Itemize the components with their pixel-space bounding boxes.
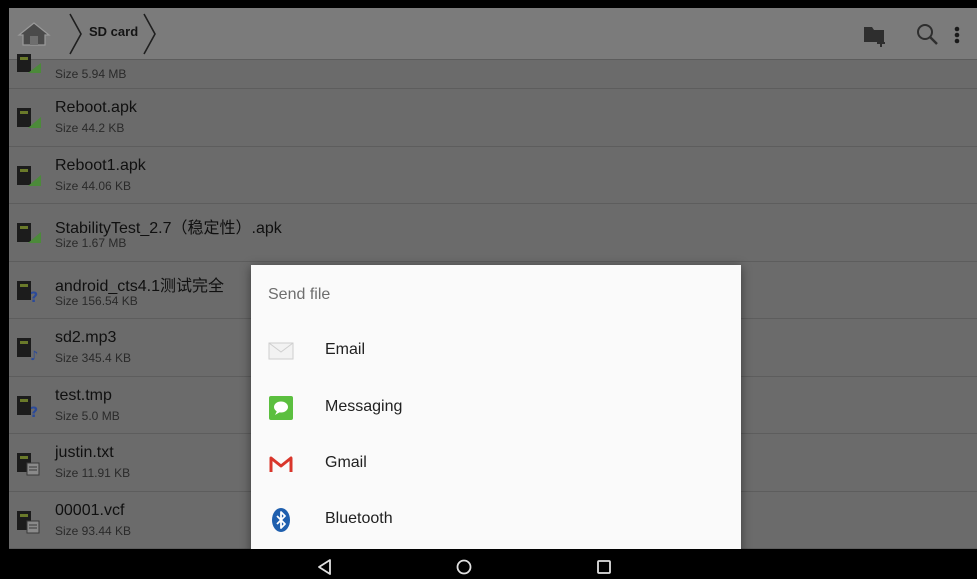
svg-text:?: ? <box>30 405 38 421</box>
file-name: test.tmp <box>55 386 112 404</box>
unknown-file-icon: ? <box>17 395 38 421</box>
share-option-email[interactable]: Email <box>251 324 741 380</box>
file-size: Size 44.06 KB <box>55 178 132 193</box>
gmail-icon <box>269 456 293 472</box>
file-size: Size 5.94 MB <box>55 67 127 81</box>
text-file-icon <box>17 453 40 476</box>
overflow-menu-icon[interactable] <box>951 22 963 48</box>
apk-file-icon <box>17 108 41 128</box>
list-item[interactable]: Reboot1.apk Size 44.06 KB <box>9 147 977 204</box>
file-size: Size 1.67 MB <box>55 236 127 250</box>
breadcrumb-separator-icon <box>143 13 156 55</box>
share-option-messaging[interactable]: Messaging <box>251 381 741 437</box>
messaging-icon <box>269 396 293 420</box>
apk-file-icon <box>17 54 41 73</box>
file-size: Size 44.2 KB <box>55 121 125 135</box>
breadcrumb-separator-icon <box>69 13 82 55</box>
bluetooth-icon <box>272 508 290 532</box>
file-name: android_cts4.1测试完全 <box>55 277 224 295</box>
toolbar: SD card <box>9 8 977 60</box>
recents-icon[interactable] <box>595 558 613 576</box>
apk-file-icon <box>17 165 41 186</box>
file-name: Reboot1.apk <box>55 156 146 174</box>
svg-text:?: ? <box>30 290 38 306</box>
apk-file-icon <box>17 223 41 243</box>
audio-file-icon: ♪ <box>17 338 38 363</box>
share-option-gmail[interactable]: Gmail <box>251 437 741 493</box>
share-option-label: Email <box>325 341 366 358</box>
list-item[interactable]: Reboot.apk Size 44.2 KB <box>9 89 977 147</box>
file-size: Size 5.0 MB <box>55 408 120 423</box>
file-name: Reboot.apk <box>55 99 137 116</box>
list-item[interactable]: StabilityTest_2.7（稳定性）.apk Size 1.67 MB <box>9 204 977 262</box>
text-file-icon <box>17 510 40 533</box>
navigation-bar <box>9 549 977 579</box>
share-option-bluetooth[interactable]: Bluetooth <box>251 493 741 549</box>
back-icon[interactable] <box>316 558 334 576</box>
file-name: sd2.mp3 <box>55 329 117 346</box>
share-option-label: Messaging <box>325 398 403 415</box>
share-option-label: Gmail <box>325 454 367 471</box>
file-size: Size 156.54 KB <box>55 293 138 308</box>
file-size: Size 11.91 KB <box>55 466 131 480</box>
svg-text:♪: ♪ <box>30 349 38 363</box>
list-item[interactable]: Size 5.94 MB <box>9 54 977 89</box>
search-icon[interactable] <box>915 22 941 48</box>
dialog-title: Send file <box>268 286 331 303</box>
unknown-file-icon: ? <box>17 280 38 306</box>
breadcrumb-sd-card[interactable]: SD card <box>89 24 138 39</box>
email-icon <box>268 342 294 360</box>
new-folder-icon[interactable] <box>862 22 888 48</box>
file-name: 00001.vcf <box>55 501 125 519</box>
share-option-label: Bluetooth <box>325 510 393 527</box>
file-size: Size 345.4 KB <box>55 351 132 365</box>
file-name: StabilityTest_2.7（稳定性）.apk <box>55 220 282 237</box>
file-name: justin.txt <box>55 444 114 461</box>
home-icon[interactable] <box>17 20 51 48</box>
home-nav-icon[interactable] <box>455 558 473 576</box>
send-file-dialog: Send file Email Messaging Gmail Bluetoot… <box>251 265 741 555</box>
status-bar <box>9 0 977 8</box>
file-size: Size 93.44 KB <box>55 523 132 538</box>
file-manager-screen: SD card Size 5.94 MB Reboot.apk Size 44.… <box>9 0 977 579</box>
